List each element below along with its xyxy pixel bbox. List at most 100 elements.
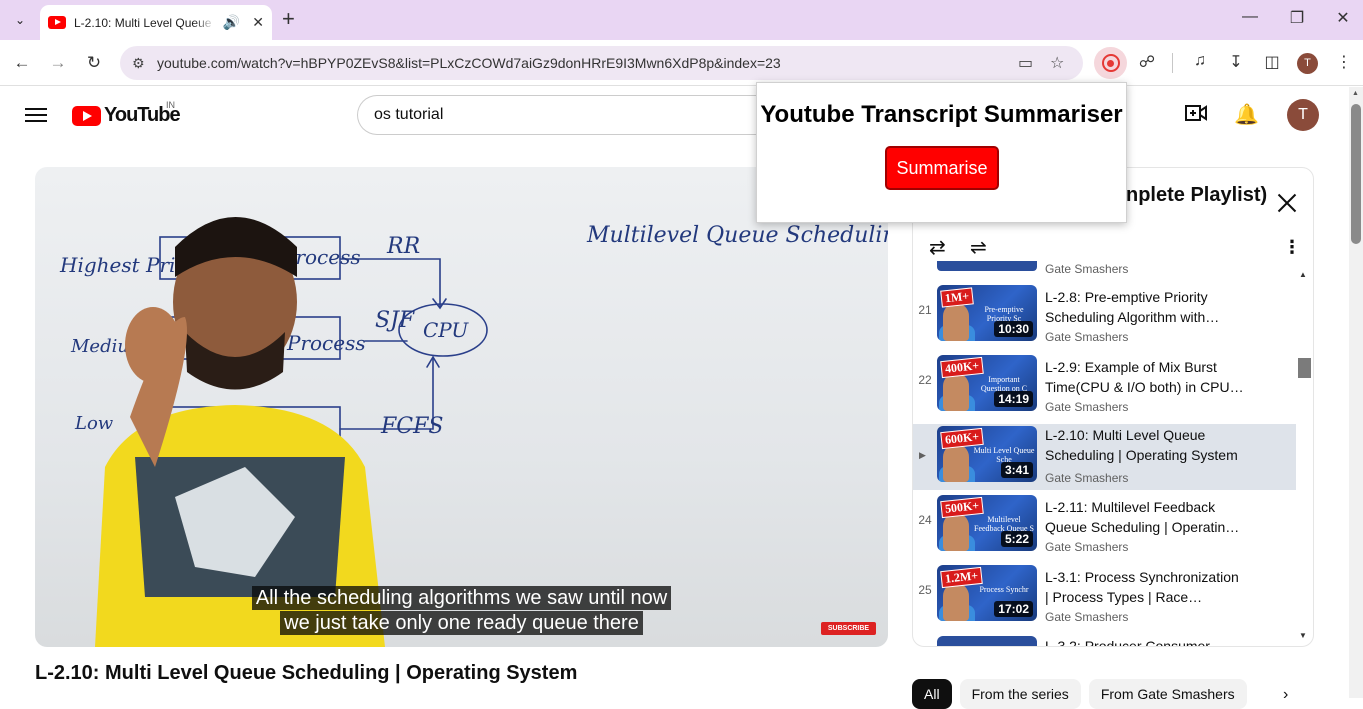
bookmark-star-icon[interactable]: ☆: [1050, 53, 1064, 73]
extensions-puzzle-icon[interactable]: ☍: [1135, 52, 1159, 72]
caption-line-1: All the scheduling algorithms we saw unt…: [35, 586, 888, 610]
playlist-title[interactable]: nplete Playlist): [1126, 184, 1267, 207]
whiteboard-fcfs: FCFS: [380, 414, 443, 439]
chevron-right-icon[interactable]: ›: [1283, 686, 1288, 704]
transcript-extension-icon[interactable]: [1094, 47, 1127, 79]
duration-badge: 3:41: [1000, 462, 1033, 478]
address-bar[interactable]: ⚙ youtube.com/watch?v=hBPYP0ZEvS8&list=P…: [120, 46, 1083, 80]
youtube-logo[interactable]: YouTube: [72, 104, 181, 127]
video-thumbnail: 600K+ Multi Level Queue Sche 3:41: [937, 426, 1037, 482]
media-control-icon[interactable]: ♫: [1188, 52, 1212, 70]
duration-badge: 14:19: [994, 391, 1033, 407]
install-app-icon[interactable]: ▭: [1018, 53, 1033, 73]
thumbnail-partial[interactable]: [937, 261, 1037, 271]
caption-line-2: we just take only one ready queue there: [35, 611, 888, 635]
chip-all[interactable]: All: [912, 679, 952, 709]
playlist-scrollbar-thumb[interactable]: [1298, 358, 1311, 378]
thumb-person: [943, 303, 969, 341]
video-thumbnail: 1M+ Pre-emptive Priority Sc 10:30: [937, 285, 1037, 341]
tab-strip: ⌄ L-2.10: Multi Level Queue Scheduling |…: [0, 0, 1363, 40]
browser-profile-avatar[interactable]: T: [1297, 53, 1318, 74]
presenter-figure: [95, 217, 385, 647]
scroll-up-arrow-icon[interactable]: ▲: [1299, 270, 1307, 279]
back-arrow-icon[interactable]: ←: [10, 51, 34, 75]
video-thumbnail: 500K+ Multilevel Feedback Queue S 5:22: [937, 495, 1037, 551]
popup-title: Youtube Transcript Summariser: [760, 101, 1123, 128]
playlist-item[interactable]: 24 500K+ Multilevel Feedback Queue S 5:2…: [913, 490, 1296, 556]
side-panel-icon[interactable]: ◫: [1260, 52, 1284, 72]
whiteboard-rr: RR: [386, 234, 420, 259]
duration-badge: 10:30: [994, 321, 1033, 337]
item-index: 24: [918, 513, 932, 527]
whiteboard-heading: Multilevel Queue Scheduling: [586, 223, 888, 248]
reload-icon[interactable]: ↻: [82, 51, 106, 75]
item-index: 25: [918, 583, 932, 597]
item-channel: Gate Smashers: [1045, 540, 1129, 554]
loop-playlist-icon[interactable]: ⇄: [929, 235, 946, 260]
duration-badge: 5:22: [1000, 531, 1033, 547]
video-thumbnail: 400K+ Important Question on C 14:19: [937, 355, 1037, 411]
avatar[interactable]: T: [1287, 99, 1319, 131]
page-scrollbar-thumb[interactable]: [1351, 104, 1361, 244]
extension-popup: Youtube Transcript Summariser Summarise: [756, 82, 1127, 223]
tab-close-icon[interactable]: ✕: [252, 14, 264, 31]
site-info-icon[interactable]: ⚙: [132, 55, 145, 72]
thumb-person: [943, 444, 969, 482]
item-title: L-2.9: Example of Mix Burst Time(CPU & I…: [1045, 359, 1244, 395]
video-player[interactable]: Multilevel Queue Scheduling Highest Prio…: [35, 167, 888, 647]
thumb-text: Process Synchr: [979, 585, 1029, 594]
speaker-icon[interactable]: 🔊: [223, 14, 240, 31]
shuffle-icon[interactable]: ⇌: [970, 235, 987, 260]
new-tab-plus-icon[interactable]: +: [282, 8, 295, 30]
search-value: os tutorial: [374, 106, 444, 123]
playlist-item[interactable]: 21 1M+ Pre-emptive Priority Sc 10:30 L-2…: [913, 280, 1296, 346]
minimize-icon[interactable]: —: [1238, 8, 1262, 26]
playlist-item-current[interactable]: ▶ 600K+ Multi Level Queue Sche 3:41 L-2.…: [913, 424, 1296, 490]
url-text[interactable]: youtube.com/watch?v=hBPYP0ZEvS8&list=PLx…: [157, 55, 781, 71]
thumb-person: [943, 583, 969, 621]
tab-search-chevron-icon[interactable]: ⌄: [8, 8, 32, 32]
subscribe-badge[interactable]: SUBSCRIBE: [821, 622, 876, 635]
item-title: L-3.1: Process Synchronization | Process…: [1045, 569, 1239, 605]
item-channel: Gate Smashers: [1045, 400, 1129, 414]
playlist-item[interactable]: 22 400K+ Important Question on C 14:19 L…: [913, 350, 1296, 416]
item-index: 21: [918, 303, 932, 317]
more-options-icon[interactable]: ⋮: [1283, 237, 1301, 258]
thumbnail-partial[interactable]: [937, 636, 1037, 646]
chip-from-channel[interactable]: From Gate Smashers: [1088, 679, 1247, 709]
page-scroll-up-icon[interactable]: ▲: [1352, 90, 1359, 97]
chip-from-series[interactable]: From the series: [959, 679, 1081, 709]
country-code: IN: [166, 100, 175, 110]
browser-menu-icon[interactable]: ⋮: [1332, 52, 1356, 72]
hamburger-menu-icon[interactable]: [25, 104, 47, 126]
notifications-bell-icon[interactable]: 🔔: [1234, 102, 1259, 127]
channel-name-partial: Gate Smashers: [1045, 262, 1129, 276]
restore-icon[interactable]: ❐: [1285, 8, 1309, 28]
video-frame: Multilevel Queue Scheduling Highest Prio…: [59, 217, 888, 647]
close-icon[interactable]: [1274, 190, 1300, 216]
views-badge: 1M+: [940, 287, 974, 308]
video-title: L-2.10: Multi Level Queue Scheduling | O…: [35, 662, 578, 684]
item-title: L-2.8: Pre-emptive Priority Scheduling A…: [1045, 289, 1220, 325]
summarise-button[interactable]: Summarise: [885, 146, 999, 190]
forward-arrow-icon[interactable]: →: [46, 51, 70, 75]
scroll-down-arrow-icon[interactable]: ▼: [1299, 631, 1307, 640]
item-title: L-2.10: Multi Level Queue Scheduling | O…: [1045, 427, 1238, 463]
search-input[interactable]: os tutorial: [357, 95, 777, 135]
thumb-person: [943, 373, 969, 411]
item-channel: Gate Smashers: [1045, 610, 1129, 624]
item-channel: Gate Smashers: [1045, 471, 1129, 485]
download-icon[interactable]: ↧: [1224, 52, 1248, 72]
item-title: L-2.11: Multilevel Feedback Queue Schedu…: [1045, 499, 1240, 535]
browser-tab[interactable]: L-2.10: Multi Level Queue Scheduling | O…: [40, 5, 272, 40]
playlist-item[interactable]: 25 1.2M+ Process Synchr 17:02 L-3.1: Pro…: [913, 560, 1296, 626]
item-channel: Gate Smashers: [1045, 330, 1129, 344]
video-thumbnail: 1.2M+ Process Synchr 17:02: [937, 565, 1037, 621]
youtube-play-icon: [72, 105, 101, 126]
whiteboard-cpu: CPU: [423, 318, 469, 342]
create-video-icon[interactable]: [1185, 104, 1207, 122]
window-close-icon[interactable]: ✕: [1331, 8, 1355, 28]
toolbar-divider: [1172, 53, 1173, 73]
related-filter-chips: All From the series From Gate Smashers: [912, 679, 1247, 709]
tab-title: L-2.10: Multi Level Queue Scheduling | O…: [74, 15, 215, 30]
